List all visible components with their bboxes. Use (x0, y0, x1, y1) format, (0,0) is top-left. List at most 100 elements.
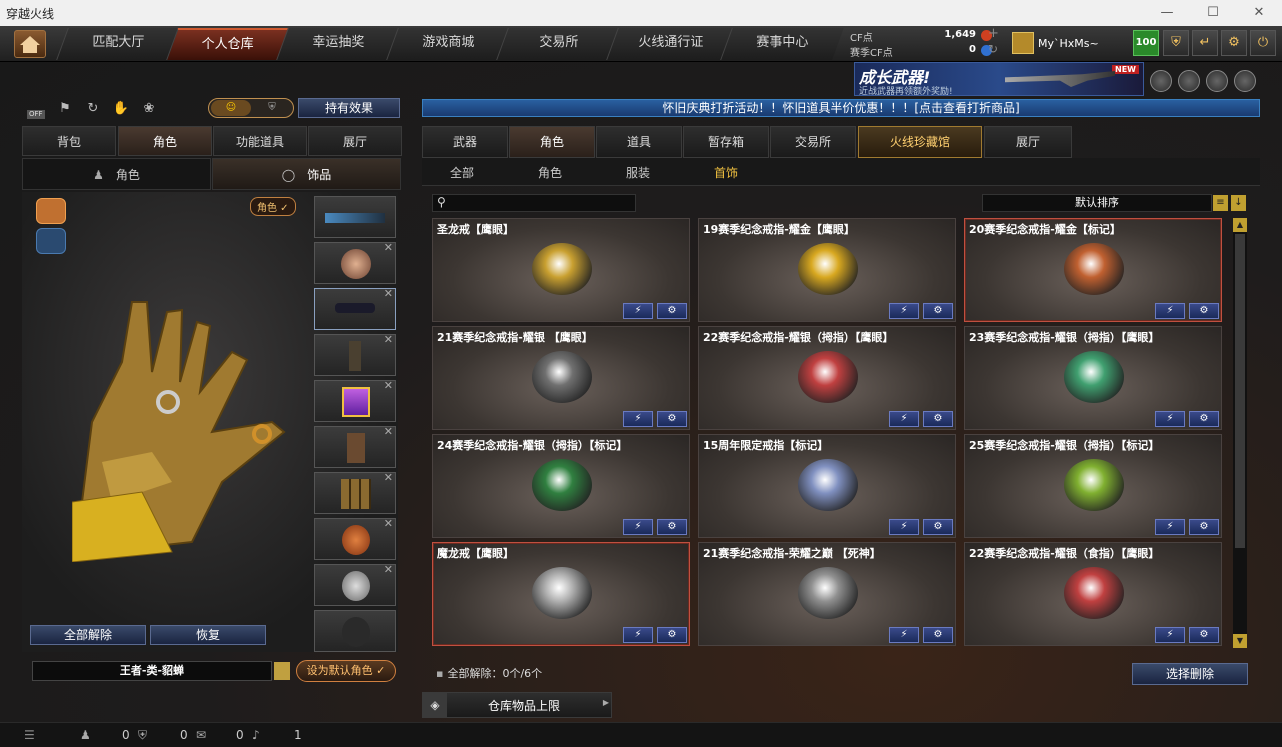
item-card[interactable]: 22赛季纪念戒指-耀银（拇指）【鹰眼】 ⚡ ⚙ (698, 326, 956, 430)
character-name-field[interactable]: 王者-类-貂蝉 (32, 661, 272, 681)
item-card[interactable]: 19赛季纪念戒指-耀金【鹰眼】 ⚡ ⚙ (698, 218, 956, 322)
search-input[interactable]: ⚲ (432, 194, 636, 212)
tab-collection-hall[interactable]: 火线珍藏馆 (858, 126, 982, 158)
slot-empty[interactable] (314, 610, 396, 652)
equip-button[interactable]: ⚡ (623, 519, 653, 535)
equip-button[interactable]: ⚡ (889, 303, 919, 319)
nav-tab-event-center[interactable]: 赛事中心 (720, 28, 844, 60)
hand-view-icon[interactable] (36, 198, 66, 224)
item-card[interactable]: 23赛季纪念戒指-耀银（拇指）【鹰眼】 ⚡ ⚙ (964, 326, 1222, 430)
item-card[interactable]: 魔龙戒【鹰眼】 ⚡ ⚙ (432, 542, 690, 646)
list-icon[interactable] (274, 662, 290, 680)
scroll-up-icon[interactable]: ▲ (1233, 218, 1247, 232)
maximize-button[interactable]: ☐ (1190, 0, 1236, 26)
nav-tab-personal-storage[interactable]: 个人仓库 (166, 28, 290, 60)
unequip-all-button[interactable]: 全部解除 (30, 625, 146, 645)
item-settings-button[interactable]: ⚙ (923, 411, 953, 427)
remove-icon[interactable]: ✕ (384, 287, 393, 300)
equip-button[interactable]: ⚡ (623, 627, 653, 643)
pose-icon[interactable]: ✋ (110, 98, 132, 120)
tab-character[interactable]: 角色 (118, 126, 212, 156)
nav-tab-lucky-draw[interactable]: 幸运抽奖 (276, 28, 400, 60)
item-card[interactable]: 圣龙戒【鹰眼】 ⚡ ⚙ (432, 218, 690, 322)
equip-button[interactable]: ⚡ (623, 303, 653, 319)
equip-button[interactable]: ⚡ (889, 627, 919, 643)
minimize-button[interactable]: — (1144, 0, 1190, 26)
refresh-icon[interactable]: ↻ (988, 42, 998, 56)
remove-icon[interactable]: ✕ (384, 425, 393, 438)
slot-head[interactable]: ✕ (314, 241, 396, 284)
item-card[interactable]: 15周年限定戒指【标记】 ⚡ ⚙ (698, 434, 956, 538)
rotate-icon[interactable]: ↻ (82, 98, 104, 120)
clan-icon[interactable]: ⛨ (138, 728, 147, 743)
emblem-badge-icon[interactable] (1178, 70, 1200, 92)
scroll-down-icon[interactable]: ▼ (1233, 634, 1247, 648)
item-settings-button[interactable]: ⚙ (1189, 627, 1219, 643)
slot-ring-demon[interactable]: ✕ (314, 563, 396, 606)
item-settings-button[interactable]: ⚙ (657, 519, 687, 535)
equip-button[interactable]: ⚡ (889, 411, 919, 427)
equip-button[interactable]: ⚡ (1155, 411, 1185, 427)
tab-weapons[interactable]: 武器 (422, 126, 508, 158)
slot-radio[interactable]: ✕ (314, 333, 396, 376)
user-profile[interactable]: My`HxMs~ (1010, 30, 1126, 58)
filter-clothing[interactable]: 服装 (608, 164, 668, 181)
remove-icon[interactable]: ✕ (384, 241, 393, 254)
menu-icon[interactable]: ☰ (24, 728, 35, 742)
remove-icon[interactable]: ✕ (384, 471, 393, 484)
close-button[interactable]: ✕ (1236, 0, 1282, 26)
clan-badge-icon[interactable] (1206, 70, 1228, 92)
return-icon[interactable]: ↵ (1192, 30, 1218, 56)
set-default-button[interactable]: 设为默认角色 ✓ (296, 660, 396, 682)
tab-exchange[interactable]: 交易所 (770, 126, 856, 158)
filter-jewelry[interactable]: 首饰 (696, 164, 756, 181)
rank-badge-icon[interactable] (1150, 70, 1172, 92)
select-delete-button[interactable]: 选择删除 (1132, 663, 1248, 685)
gear-icon[interactable]: ⚙ (1221, 30, 1247, 56)
shield-icon[interactable]: ⛨ (1163, 30, 1189, 56)
promo-notice[interactable]: 怀旧庆典打折活动！！怀旧道具半价优惠！！！[点击查看打折商品] (422, 99, 1260, 117)
display-toggle-icon[interactable]: OFF (26, 98, 48, 120)
remove-icon[interactable]: ✕ (384, 563, 393, 576)
restore-button[interactable]: 恢复 (150, 625, 266, 645)
remove-icon[interactable]: ✕ (384, 517, 393, 530)
slot-weapon[interactable] (314, 196, 396, 238)
equip-button[interactable]: ⚡ (1155, 519, 1185, 535)
equip-button[interactable]: ⚡ (889, 519, 919, 535)
subtab-accessories[interactable]: ◯ 饰品 (212, 158, 401, 190)
badge-view-icon[interactable]: ⛨ (252, 100, 292, 116)
item-settings-button[interactable]: ⚙ (657, 411, 687, 427)
equip-button[interactable]: ⚡ (623, 411, 653, 427)
nav-tab-match-lobby[interactable]: 匹配大厅 (56, 28, 180, 60)
tab-items[interactable]: 道具 (596, 126, 682, 158)
item-settings-button[interactable]: ⚙ (923, 303, 953, 319)
nav-tab-exchange[interactable]: 交易所 (496, 28, 620, 60)
tab-temp-box[interactable]: 暂存箱 (683, 126, 769, 158)
vip-badge-icon[interactable] (1234, 70, 1256, 92)
sort-direction-icon[interactable]: ↓ (1231, 195, 1246, 211)
item-card[interactable]: 24赛季纪念戒指-耀银（拇指）【标记】 ⚡ ⚙ (432, 434, 690, 538)
item-settings-button[interactable]: ⚙ (1189, 303, 1219, 319)
team-icon[interactable]: ⚑ (54, 98, 76, 120)
remove-icon[interactable]: ✕ (384, 379, 393, 392)
slot-ammo[interactable]: ✕ (314, 471, 396, 514)
tab-character[interactable]: 角色 (509, 126, 595, 158)
item-settings-button[interactable]: ⚙ (923, 519, 953, 535)
item-settings-button[interactable]: ⚙ (657, 303, 687, 319)
item-settings-button[interactable]: ⚙ (1189, 411, 1219, 427)
view-toggle[interactable]: ☺ ⛨ (208, 98, 294, 118)
item-card[interactable]: 20赛季纪念戒指-耀金【标记】 ⚡ ⚙ (964, 218, 1222, 322)
item-card[interactable]: 25赛季纪念戒指-耀银（拇指）【标记】 ⚡ ⚙ (964, 434, 1222, 538)
home-button[interactable] (14, 30, 46, 58)
equip-button[interactable]: ⚡ (1155, 303, 1185, 319)
tab-backpack[interactable]: 背包 (22, 126, 116, 156)
recharge-plus-icon[interactable]: + (988, 26, 999, 41)
item-card[interactable]: 22赛季纪念戒指-耀银（食指）【鹰眼】 ⚡ ⚙ (964, 542, 1222, 646)
tab-showroom[interactable]: 展厅 (984, 126, 1072, 158)
scroll-thumb[interactable] (1235, 234, 1245, 548)
nav-tab-battle-pass[interactable]: 火线通行证 (606, 28, 734, 60)
item-settings-button[interactable]: ⚙ (923, 627, 953, 643)
power-icon[interactable]: ⏻ (1250, 30, 1276, 56)
nav-tab-game-mall[interactable]: 游戏商城 (386, 28, 510, 60)
alt-view-icon[interactable] (36, 228, 66, 254)
